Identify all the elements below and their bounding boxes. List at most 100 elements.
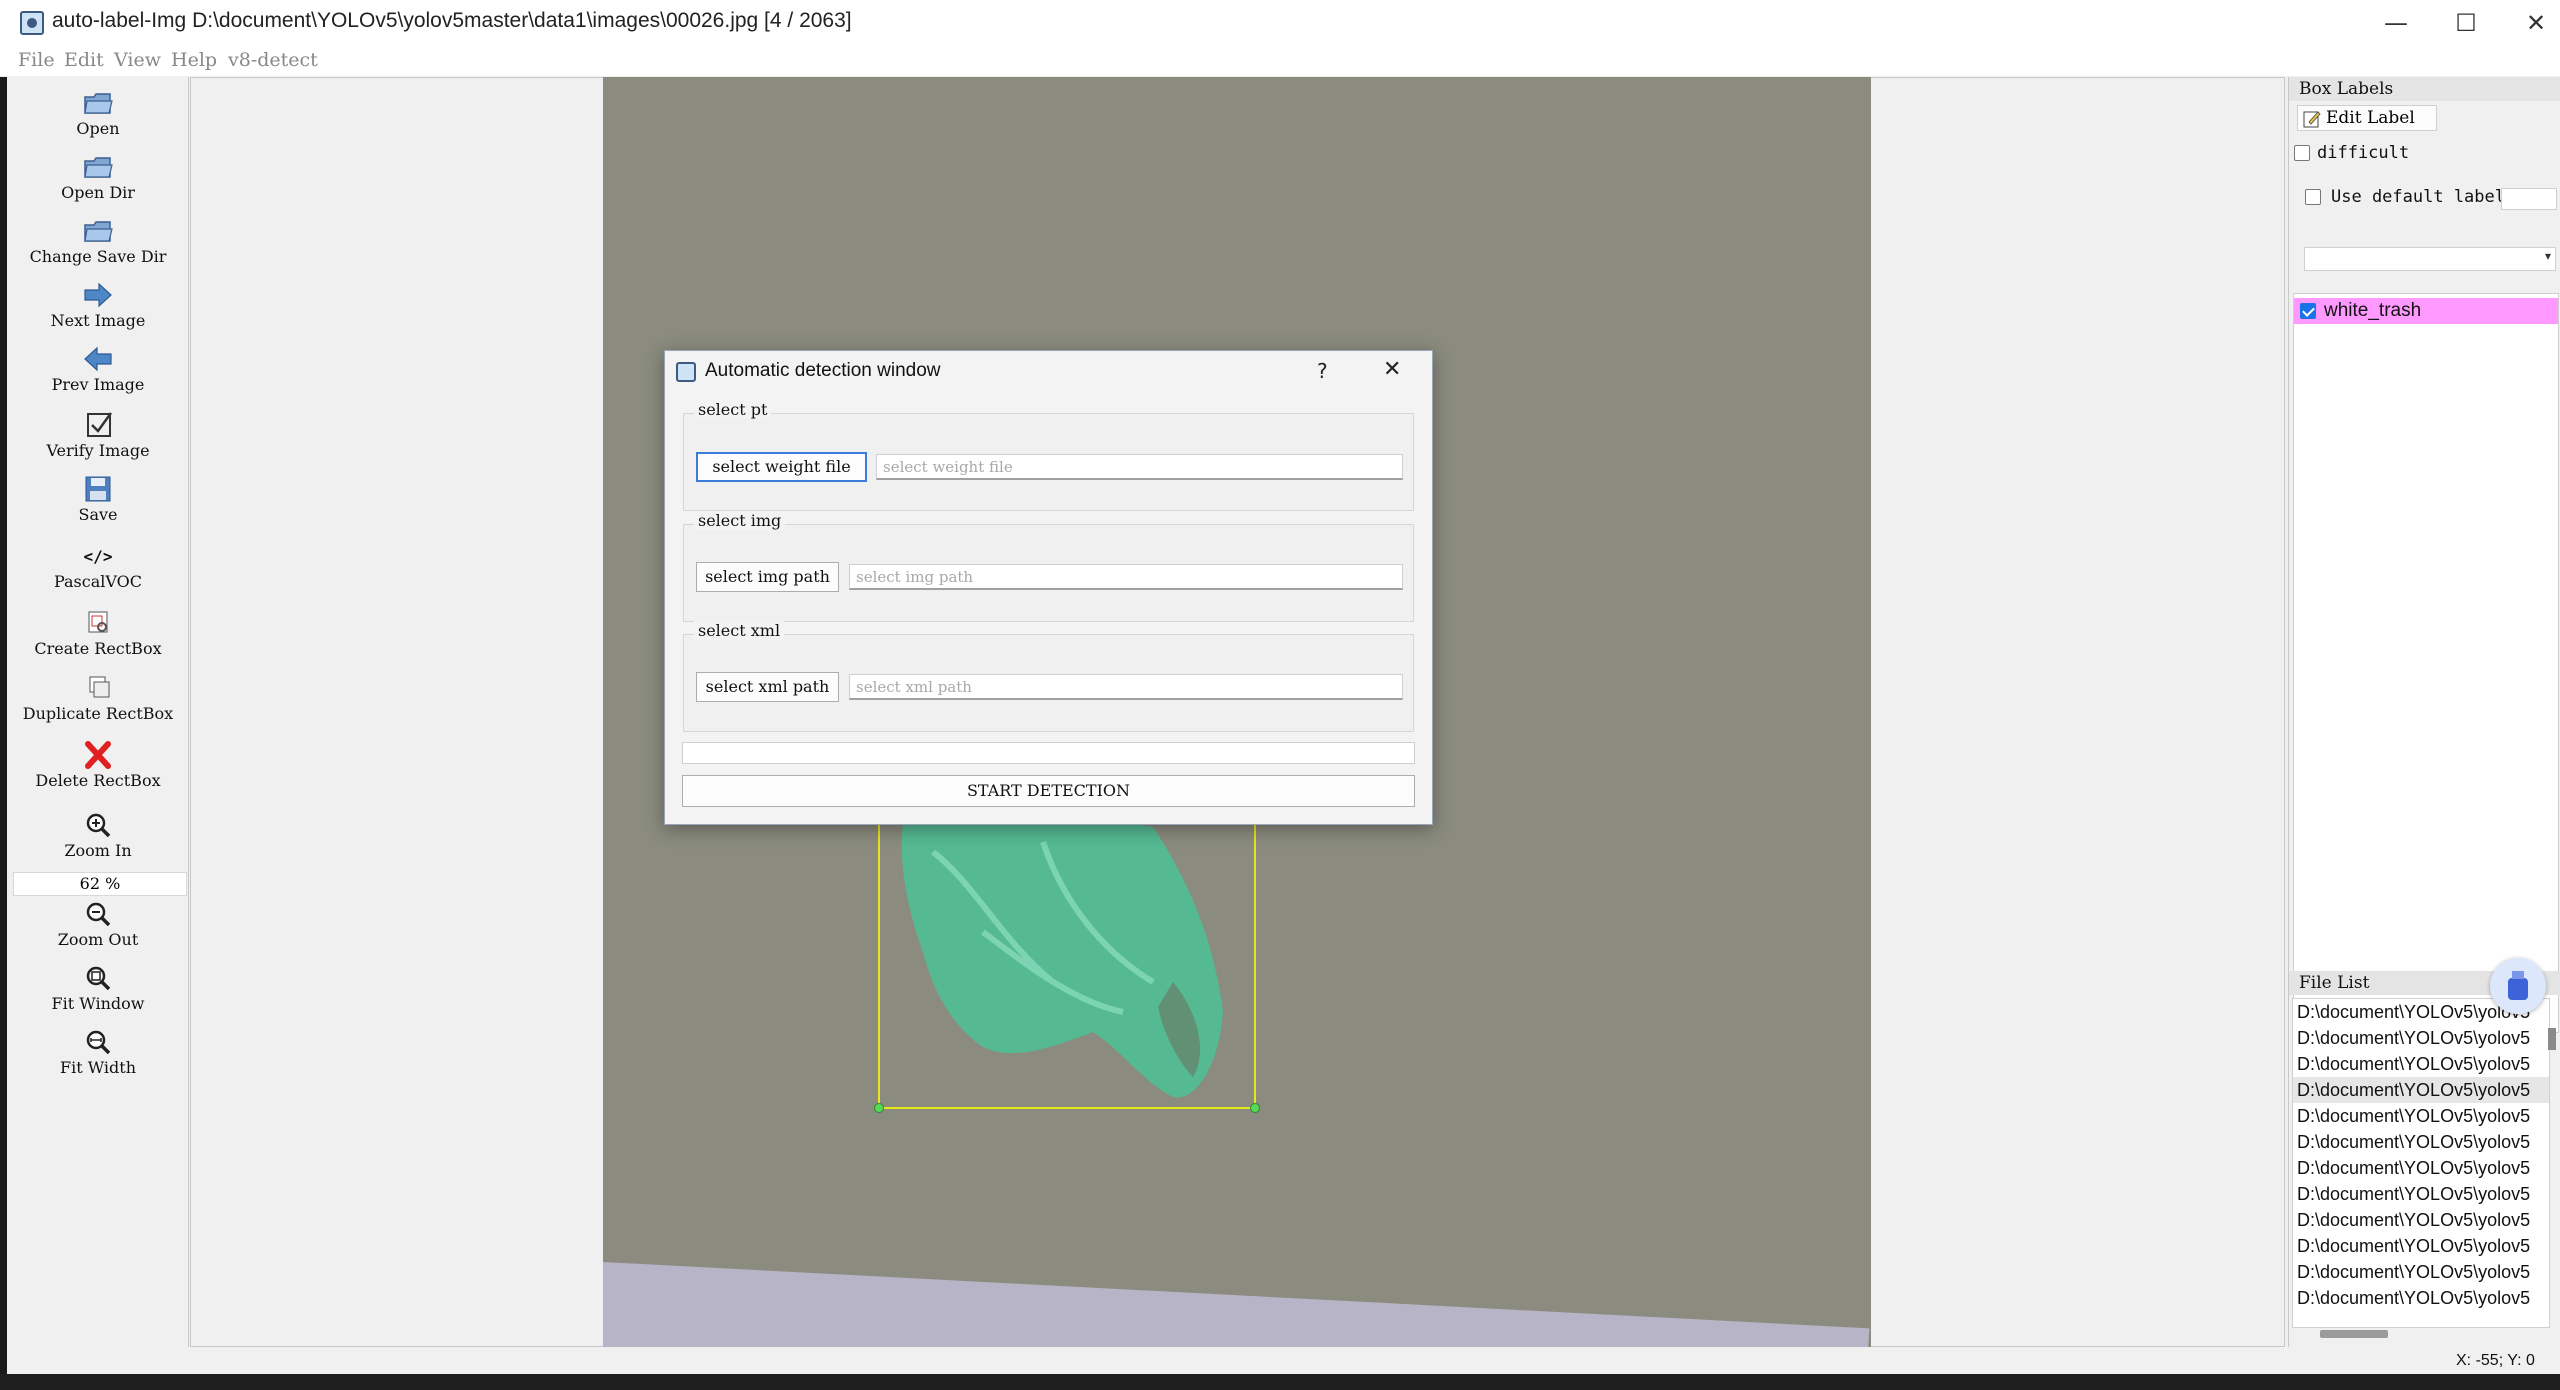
prev-image-button[interactable]: Prev Image	[7, 345, 189, 394]
zoom-in-button[interactable]: Zoom In	[7, 811, 189, 860]
delete-rectbox-label: Delete RectBox	[35, 771, 161, 790]
title-bar: auto-label-Img D:\document\YOLOv5\yolov5…	[0, 0, 2560, 46]
file-list-item[interactable]: D:\document\YOLOv5\yolov5	[2293, 1129, 2549, 1155]
open-dir-button[interactable]: Open Dir	[7, 153, 189, 202]
change-save-dir-label: Change Save Dir	[29, 247, 167, 266]
file-list-item[interactable]: D:\document\YOLOv5\yolov5	[2293, 1051, 2549, 1077]
select-img-path-button[interactable]: select img path	[696, 562, 839, 592]
help-button[interactable]: ?	[1317, 359, 1328, 383]
file-list-item[interactable]: D:\document\YOLOv5\yolov5	[2293, 1077, 2549, 1103]
file-list-item[interactable]: D:\document\YOLOv5\yolov5	[2293, 1259, 2549, 1285]
box-labels-header: Box Labels	[2289, 77, 2560, 101]
open-button[interactable]: Open	[7, 89, 189, 138]
create-rectbox-button[interactable]: Create RectBox	[7, 609, 189, 658]
select-weight-file-button[interactable]: select weight file	[696, 452, 867, 482]
label-dropdown[interactable]: ▾	[2304, 247, 2556, 271]
verify-image-button[interactable]: Verify Image	[7, 411, 189, 460]
arrow-right-icon	[84, 282, 112, 308]
fit-window-button[interactable]: Fit Window	[7, 964, 189, 1013]
chevron-down-icon: ▾	[2544, 249, 2551, 263]
use-default-label-label: Use default label	[2331, 187, 2505, 207]
folder-icon	[84, 221, 113, 242]
menu-v8-detect[interactable]: v8-detect	[228, 49, 318, 71]
floppy-disk-icon	[85, 476, 111, 502]
difficult-label: difficult	[2317, 143, 2410, 163]
create-rectbox-label: Create RectBox	[34, 639, 162, 658]
checkbox-icon	[87, 412, 113, 437]
fit-window-label: Fit Window	[51, 994, 145, 1013]
save-label: Save	[78, 505, 118, 524]
dialog-title-bar: Automatic detection window ? ✕	[665, 351, 1432, 391]
bbox-handle[interactable]	[874, 1103, 884, 1113]
dialog-close-button[interactable]: ✕	[1383, 357, 1401, 382]
file-list-item[interactable]: D:\document\YOLOv5\yolov5	[2293, 1025, 2549, 1051]
edit-label-button[interactable]: Edit Label	[2297, 105, 2437, 131]
window-title: auto-label-Img D:\document\YOLOv5\yolov5…	[52, 9, 852, 32]
start-detection-button[interactable]: START DETECTION	[682, 775, 1415, 807]
duplicate-rectbox-button[interactable]: Duplicate RectBox	[7, 674, 189, 723]
file-list-item[interactable]: D:\document\YOLOv5\yolov5	[2293, 1233, 2549, 1259]
cursor-coordinates: X: -55; Y: 0	[2456, 1352, 2535, 1369]
format-label: PascalVOC	[53, 572, 143, 591]
img-path-input[interactable]	[849, 564, 1403, 590]
group-select-pt: select pt select weight file	[683, 400, 1414, 511]
default-label-input[interactable]	[2501, 188, 2557, 210]
bbox-handle[interactable]	[1250, 1103, 1260, 1113]
automatic-detection-dialog: Automatic detection window ? ✕ select pt…	[664, 350, 1433, 825]
code-icon: </>	[83, 547, 113, 566]
save-button[interactable]: Save	[7, 475, 189, 524]
delete-rectbox-button[interactable]: Delete RectBox	[7, 741, 189, 790]
group-select-img: select img select img path	[683, 511, 1414, 622]
toolbar: Open Open Dir Change Save Dir Next Image…	[7, 77, 189, 1347]
file-list-horizontal-scrollbar[interactable]	[2320, 1330, 2388, 1338]
group-select-xml: select xml select xml path	[683, 621, 1414, 732]
zoom-out-button[interactable]: Zoom Out	[7, 900, 189, 949]
use-default-label-checkbox[interactable]	[2305, 189, 2321, 205]
fit-width-label: Fit Width	[60, 1058, 136, 1077]
dialog-app-icon	[676, 362, 696, 382]
menu-help[interactable]: Help	[171, 49, 217, 71]
zoom-value-field[interactable]: 62 %	[13, 872, 187, 896]
verify-image-label: Verify Image	[46, 441, 150, 460]
minimize-button[interactable]: —	[2366, 6, 2426, 40]
arrow-left-icon	[84, 346, 112, 372]
duplicate-icon	[89, 676, 110, 698]
progress-bar	[682, 742, 1415, 764]
file-list-item[interactable]: D:\document\YOLOv5\yolov5	[2293, 1103, 2549, 1129]
label-row-white-trash[interactable]: white_trash	[2294, 298, 2558, 324]
select-xml-path-button[interactable]: select xml path	[696, 672, 839, 702]
format-button[interactable]: </> PascalVOC	[7, 545, 189, 591]
bounding-box[interactable]	[874, 797, 1260, 1113]
file-list-item[interactable]: D:\document\YOLOv5\yolov5	[2293, 1181, 2549, 1207]
group-title: select pt	[694, 400, 772, 419]
difficult-checkbox[interactable]	[2294, 145, 2310, 161]
file-list[interactable]: D:\document\YOLOv5\yolov5 D:\document\YOL…	[2292, 998, 2550, 1328]
dialog-title: Automatic detection window	[705, 360, 941, 381]
label-visible-checkbox[interactable]	[2300, 303, 2316, 319]
file-list-item[interactable]: D:\document\YOLOv5\yolov5	[2293, 1207, 2549, 1233]
red-x-icon	[85, 741, 111, 769]
usb-icon	[2508, 971, 2528, 1000]
menu-edit[interactable]: Edit	[64, 49, 104, 71]
fit-width-button[interactable]: Fit Width	[7, 1028, 189, 1077]
window-edge	[0, 77, 7, 1377]
close-window-button[interactable]: ✕	[2506, 6, 2560, 40]
next-image-button[interactable]: Next Image	[7, 281, 189, 330]
label-list[interactable]: white_trash	[2293, 293, 2559, 1033]
file-list-item[interactable]: D:\document\YOLOv5\yolov5	[2293, 1155, 2549, 1181]
floating-assistant-button[interactable]	[2490, 958, 2546, 1014]
file-list-scrollbar[interactable]	[2548, 1028, 2556, 1050]
file-list-item[interactable]: D:\document\YOLOv5\yolov5	[2293, 1285, 2549, 1311]
fit-width-icon	[86, 1030, 111, 1055]
xml-path-input[interactable]	[849, 674, 1403, 700]
change-save-dir-button[interactable]: Change Save Dir	[7, 217, 189, 266]
weight-file-input[interactable]	[876, 454, 1403, 480]
folder-icon	[84, 93, 113, 114]
maximize-button[interactable]: ☐	[2436, 6, 2496, 40]
menu-view[interactable]: View	[114, 49, 161, 71]
image-floor-region	[603, 1262, 1870, 1347]
menu-file[interactable]: File	[18, 49, 55, 71]
prev-image-label: Prev Image	[51, 375, 145, 394]
label-name: white_trash	[2324, 300, 2422, 321]
open-label: Open	[76, 119, 120, 138]
